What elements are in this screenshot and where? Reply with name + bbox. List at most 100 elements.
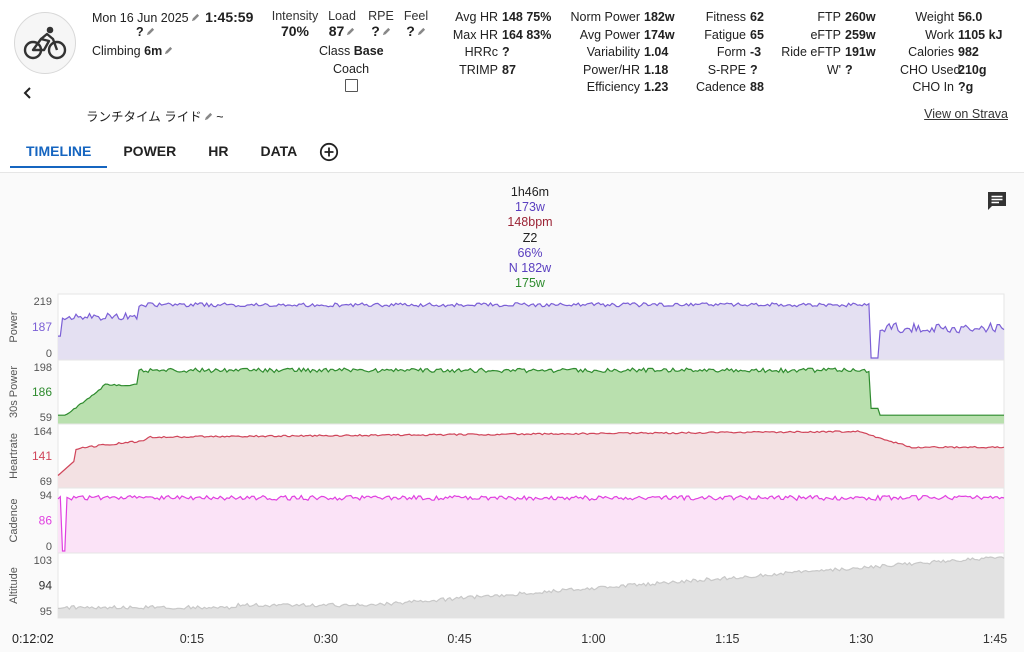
ftp-stat-value: 259w: [845, 27, 876, 42]
body-stat-label: Work: [925, 27, 954, 42]
hr-stat-row: TRIMP 87: [430, 62, 551, 80]
lane-area-fill: [58, 302, 1004, 360]
pencil-icon[interactable]: [382, 27, 391, 36]
body-stat-row: CHO In ?g: [900, 79, 1003, 97]
feel-label: Feel: [403, 9, 429, 23]
lane-30s-power[interactable]: 30s Power 198 186 59: [8, 359, 1005, 425]
power-stat-value: 1.04: [644, 45, 669, 59]
hr-stat-value: ?: [502, 45, 510, 59]
power-stat-label: Norm Power: [570, 10, 640, 24]
pencil-icon[interactable]: [164, 46, 173, 55]
body-stat-label: Weight: [915, 10, 954, 24]
ftp-stat-label: Ride eFTP: [781, 45, 841, 59]
x-axis-tick: 1:30: [849, 632, 873, 646]
coach-checkbox[interactable]: [344, 79, 358, 92]
climbing-value: 6m: [144, 44, 163, 58]
activity-type-value: ?: [136, 25, 144, 39]
lane-label: Power: [8, 311, 20, 343]
fitness-stat-value: 88: [750, 80, 764, 94]
pencil-icon[interactable]: [204, 112, 213, 121]
ftp-stat-row: Ride eFTP 191w: [780, 44, 875, 62]
ftp-stat-label: FTP: [817, 10, 841, 24]
rpe-block[interactable]: RPE ?: [366, 9, 396, 39]
x-axis-tick: 1:00: [581, 632, 605, 646]
lane-cadence[interactable]: Cadence 94 86 0: [8, 487, 1005, 554]
pencil-icon[interactable]: [146, 27, 155, 36]
lane-tick-avg: 187: [32, 320, 52, 334]
fitness-stat-row: Fitness 62: [690, 9, 764, 27]
lane-power[interactable]: Power 219 187 0: [8, 293, 1005, 361]
hr-stat-label: Avg HR: [455, 10, 498, 24]
ftp-stat-label: eFTP: [810, 27, 841, 42]
power-stat-label: Variability: [586, 45, 640, 59]
ftp-stat-row: FTP 260w: [780, 9, 876, 27]
lane-tick-min: 95: [40, 606, 52, 618]
lane-tick-min: 0: [46, 348, 52, 360]
fitness-stat-value: ?: [750, 62, 758, 77]
pencil-icon[interactable]: [417, 27, 426, 36]
pencil-icon[interactable]: [346, 27, 355, 36]
power-stats: Norm Power 182w Avg Power 174w Variability 1.…: [560, 9, 675, 97]
class-label: Class: [319, 44, 351, 58]
activity-name-field[interactable]: ランチタイム ライド ~: [86, 106, 224, 125]
intensity-value: 70%: [280, 23, 310, 39]
activity-date-block: Mon 16 Jun 2025 1:45:59: [92, 9, 253, 25]
ftp-stats: FTP 260w eFTP 259w Ride eFTP 191w W'?: [780, 9, 876, 79]
lane-label: 30s Power: [8, 366, 20, 418]
load-value: 87: [328, 23, 345, 39]
fitness-stat-label: S-RPE: [707, 62, 746, 77]
lane-tick-min: 59: [40, 412, 52, 424]
cycling-icon: [23, 26, 67, 60]
timeline-lanes[interactable]: Power 219 187 0 30s Power 198 186 59 Heartrate 16…: [0, 172, 1024, 652]
power-stat-value: 1.18: [644, 62, 669, 77]
hr-stat-value: 148 75%: [502, 10, 552, 24]
lane-tick-avg: 141: [32, 449, 52, 463]
hr-stat-label: Max HR: [452, 27, 498, 42]
tab-timeline[interactable]: TIMELINE: [10, 134, 108, 168]
body-stat-value: 56.0: [958, 10, 983, 24]
hr-stat-label: TRIMP: [459, 62, 498, 77]
activity-name-suffix: ~: [216, 110, 224, 124]
body-stat-label: CHO In: [912, 80, 954, 94]
pencil-icon[interactable]: [191, 13, 200, 22]
x-axis-tick: 0:30: [314, 632, 338, 646]
tab-hr[interactable]: HR: [192, 134, 244, 168]
back-button[interactable]: [22, 86, 34, 105]
tab-data[interactable]: DATA: [244, 134, 313, 168]
lane-altitude[interactable]: Altitude 103 94 95: [8, 552, 1005, 619]
add-tab-button[interactable]: [313, 134, 345, 168]
activity-tabs: TIMELINE POWER HR DATA: [10, 134, 345, 168]
hr-stat-label: HRRc: [464, 45, 498, 59]
ftp-stat-label: W': [826, 62, 841, 77]
hr-stats: Avg HR 148 75% Max HR 164 83% HRRc? TRIMP 87: [430, 9, 552, 80]
hr-stat-row: HRRc?: [430, 44, 551, 62]
body-stat-value: ?g: [958, 80, 974, 94]
power-stat-value: 182w: [644, 10, 675, 24]
fitness-stat-label: Form: [716, 45, 746, 59]
activity-name: ランチタイム ライド: [86, 110, 202, 124]
lane-heartrate[interactable]: Heartrate 164 141 69: [8, 423, 1005, 489]
tab-power[interactable]: POWER: [107, 134, 192, 168]
load-label: Load: [328, 9, 356, 23]
chevron-left-icon: [23, 87, 31, 99]
body-stat-row: Weight 56.0: [900, 9, 1003, 27]
ftp-stat-value: ?: [845, 62, 853, 77]
feel-block[interactable]: Feel ?: [401, 9, 431, 39]
lane-area-fill: [58, 430, 1004, 488]
lane-tick-avg: 94: [39, 579, 53, 593]
x-axis-tick: 0:15: [180, 632, 204, 646]
power-stat-row: Efficiency 1.23: [560, 79, 675, 97]
power-stat-value: 1.23: [644, 80, 669, 94]
coach-label: Coach: [333, 62, 370, 76]
body-stat-row: Calories 982: [900, 44, 1003, 62]
ftp-stat-value: 260w: [845, 10, 876, 24]
lane-label: Cadence: [8, 498, 20, 542]
activity-avatar: [14, 12, 76, 74]
cursor-time: 0:12:02: [12, 632, 54, 646]
power-stat-row: Avg Power 174w: [560, 27, 675, 45]
body-stat-value: 210g: [958, 62, 987, 77]
body-stat-value: 1105 kJ: [958, 27, 1003, 42]
view-on-strava-link[interactable]: View on Strava: [924, 106, 1008, 121]
activity-type-field[interactable]: ?: [136, 25, 155, 39]
lane-area-fill: [58, 495, 1004, 553]
